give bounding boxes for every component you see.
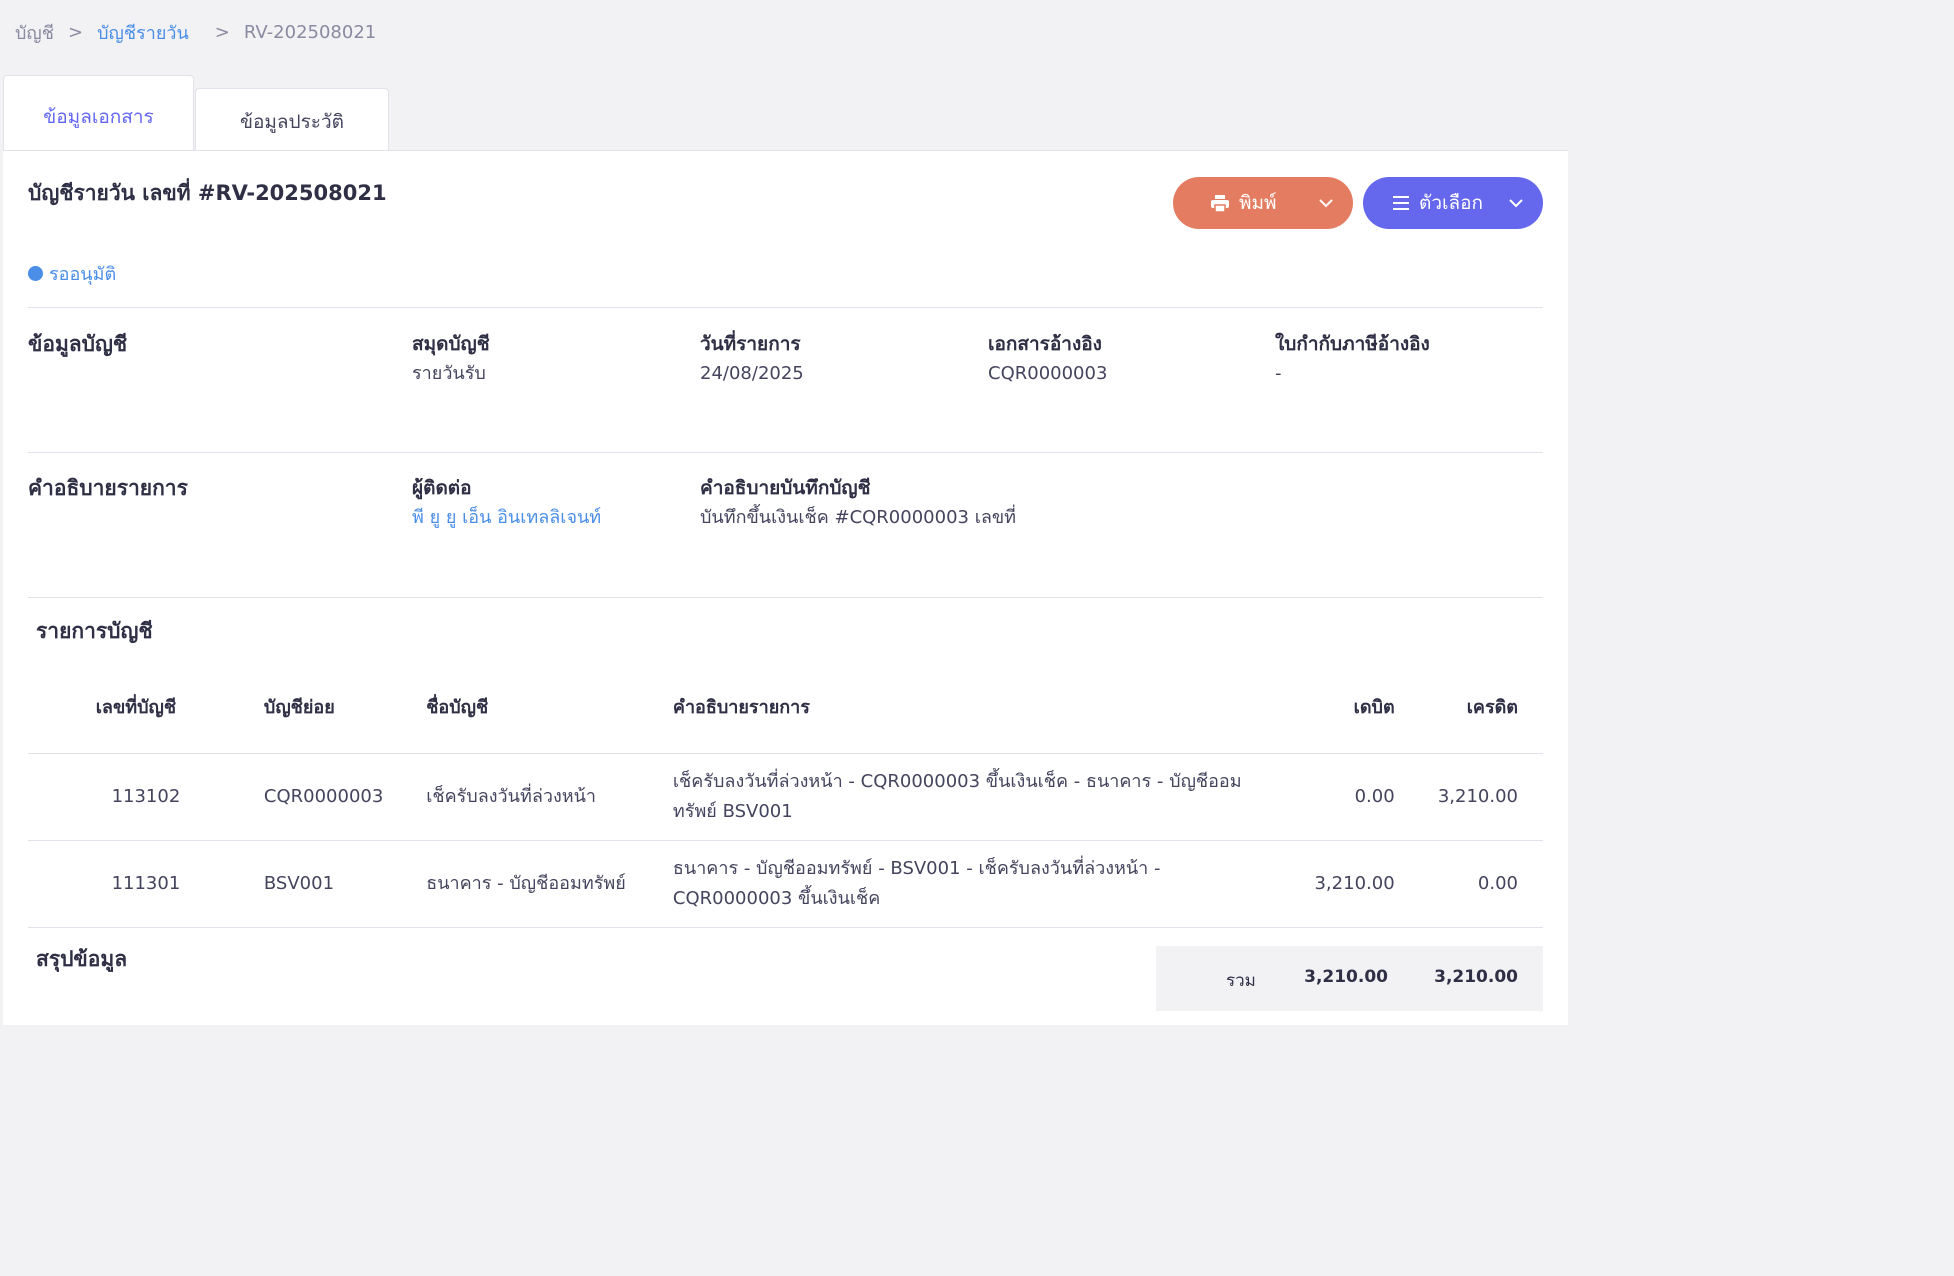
account-info-title: ข้อมูลบัญชี bbox=[28, 332, 128, 356]
field-label: คำอธิบายบันทึกบัญชี bbox=[700, 477, 871, 499]
status-badge: รออนุมัติ bbox=[28, 259, 116, 288]
cell-debit: 3,210.00 bbox=[1271, 840, 1395, 928]
cell-account-no: 113102 bbox=[28, 753, 264, 841]
chevron-down-icon[interactable] bbox=[1509, 194, 1523, 217]
status-label: รออนุมัติ bbox=[49, 264, 117, 285]
print-button-label: พิมพ์ bbox=[1239, 192, 1277, 214]
contact-link[interactable]: พี ยู ยู เอ็น อินเทลลิเจนท์ bbox=[412, 503, 601, 533]
chevron-down-icon[interactable] bbox=[1319, 194, 1333, 217]
cell-account-name: ธนาคาร - บัญชีออมทรัพย์ bbox=[426, 840, 673, 928]
field-value: CQR0000003 bbox=[988, 363, 1108, 384]
field-reference-document: เอกสารอ้างอิง CQR0000003 bbox=[988, 329, 1107, 389]
divider bbox=[28, 452, 1543, 453]
field-reference-tax-invoice: ใบกำกับภาษีอ้างอิง - bbox=[1275, 329, 1430, 389]
document-panel: บัญชีรายวัน เลขที่ #RV-202508021 พิมพ์ ต… bbox=[3, 150, 1568, 1025]
field-label: สมุดบัญชี bbox=[412, 333, 490, 355]
table-row: 111301 BSV001 ธนาคาร - บัญชีออมทรัพย์ ธน… bbox=[28, 840, 1543, 928]
cell-sub-account: BSV001 bbox=[263, 840, 427, 928]
printer-icon bbox=[1211, 194, 1229, 212]
field-value: บันทึกขึ้นเงินเช็ค #CQR0000003 เลขที่ bbox=[700, 507, 1017, 528]
breadcrumb-item-accounts[interactable]: บัญชี bbox=[15, 18, 54, 47]
column-header-sub-account: บัญชีย่อย bbox=[263, 663, 427, 754]
breadcrumb-separator: > bbox=[214, 22, 230, 43]
cell-sub-account: CQR0000003 bbox=[263, 753, 427, 841]
field-label: ผู้ติดต่อ bbox=[412, 477, 472, 499]
cell-account-no: 111301 bbox=[28, 840, 264, 928]
options-button-label: ตัวเลือก bbox=[1419, 192, 1484, 214]
menu-icon bbox=[1393, 196, 1409, 210]
column-header-credit: เครดิต bbox=[1394, 663, 1543, 754]
breadcrumb: บัญชี > บัญชีรายวัน > RV-202508021 bbox=[15, 18, 376, 47]
cell-account-name: เช็ครับลงวันที่ล่วงหน้า bbox=[426, 753, 673, 841]
breadcrumb-item-journal[interactable]: บัญชีรายวัน bbox=[97, 18, 189, 47]
field-label: ใบกำกับภาษีอ้างอิง bbox=[1275, 333, 1430, 355]
summary-title: สรุปข้อมูล bbox=[36, 947, 128, 971]
options-button[interactable]: ตัวเลือก bbox=[1363, 177, 1543, 229]
print-button[interactable]: พิมพ์ bbox=[1173, 177, 1353, 229]
cell-debit: 0.00 bbox=[1271, 753, 1395, 841]
tab-history[interactable]: ข้อมูลประวัติ bbox=[195, 88, 389, 152]
column-header-debit: เดบิต bbox=[1271, 663, 1395, 754]
status-dot bbox=[28, 266, 43, 281]
cell-credit: 0.00 bbox=[1394, 840, 1543, 928]
field-transaction-date: วันที่รายการ 24/08/2025 bbox=[700, 329, 804, 389]
entries-title: รายการบัญชี bbox=[36, 619, 153, 643]
tab-document-info[interactable]: ข้อมูลเอกสาร bbox=[3, 75, 194, 152]
cell-description: เช็ครับลงวันที่ล่วงหน้า - CQR0000003 ขึ้… bbox=[672, 753, 1272, 841]
cell-credit: 3,210.00 bbox=[1394, 753, 1543, 841]
field-label: เอกสารอ้างอิง bbox=[988, 333, 1102, 355]
field-value: 24/08/2025 bbox=[700, 363, 804, 384]
journal-entries-table: เลขที่บัญชี บัญชีย่อย ชื่อบัญชี คำอธิบาย… bbox=[28, 663, 1543, 928]
field-value: - bbox=[1275, 363, 1282, 384]
page-title: บัญชีรายวัน เลขที่ #RV-202508021 bbox=[28, 181, 387, 205]
column-header-account-no: เลขที่บัญชี bbox=[28, 663, 264, 754]
field-journal-book: สมุดบัญชี รายวันรับ bbox=[412, 329, 490, 389]
column-header-account-name: ชื่อบัญชี bbox=[426, 663, 673, 754]
summary-totals: รวม 3,210.00 3,210.00 bbox=[1156, 946, 1543, 1011]
total-debit: 3,210.00 bbox=[1304, 967, 1388, 987]
breadcrumb-item-current: RV-202508021 bbox=[243, 22, 377, 43]
divider bbox=[28, 307, 1543, 308]
field-label: วันที่รายการ bbox=[700, 333, 801, 355]
field-value: รายวันรับ bbox=[412, 363, 486, 384]
tab-bar: ข้อมูลเอกสาร ข้อมูลประวัติ bbox=[3, 75, 389, 152]
divider bbox=[28, 597, 1543, 598]
total-credit: 3,210.00 bbox=[1434, 967, 1518, 987]
column-header-description: คำอธิบายรายการ bbox=[672, 663, 1272, 754]
field-contact: ผู้ติดต่อ พี ยู ยู เอ็น อินเทลลิเจนท์ bbox=[412, 473, 601, 533]
cell-description: ธนาคาร - บัญชีออมทรัพย์ - BSV001 - เช็คร… bbox=[672, 840, 1272, 928]
description-title: คำอธิบายรายการ bbox=[28, 476, 188, 500]
breadcrumb-separator: > bbox=[67, 22, 84, 43]
table-header-row: เลขที่บัญชี บัญชีย่อย ชื่อบัญชี คำอธิบาย… bbox=[28, 663, 1543, 754]
table-row: 113102 CQR0000003 เช็ครับลงวันที่ล่วงหน้… bbox=[28, 753, 1543, 841]
field-journal-note: คำอธิบายบันทึกบัญชี บันทึกขึ้นเงินเช็ค #… bbox=[700, 473, 1016, 533]
total-label: รวม bbox=[1226, 971, 1256, 991]
